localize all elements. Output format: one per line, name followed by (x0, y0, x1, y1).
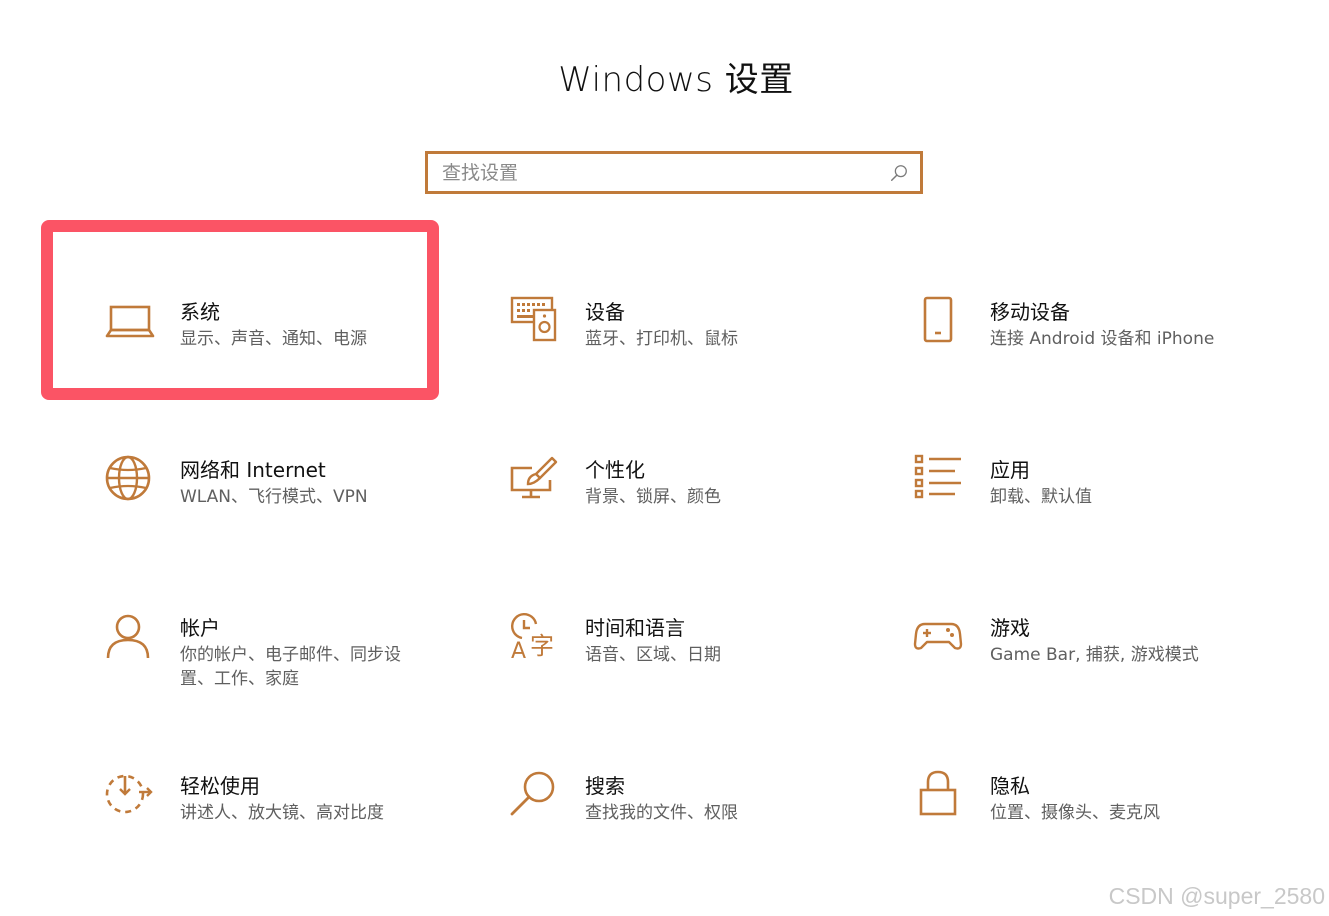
phone-icon (915, 296, 965, 348)
keyboard-speaker-icon (510, 296, 560, 348)
tile-name: 网络和 Internet (180, 458, 326, 482)
tile-name: 时间和语言 (585, 616, 685, 640)
person-icon (105, 614, 155, 664)
tile-desc: WLAN、飞行模式、VPN (180, 487, 368, 507)
search-box[interactable] (425, 151, 923, 194)
tile-apps[interactable]: 应用 卸载、默认值 (914, 454, 1275, 576)
magnifier-icon (510, 771, 560, 822)
tile-name: 搜索 (585, 774, 625, 798)
tile-name: 隐私 (990, 774, 1030, 798)
tile-desc: 你的帐户、电子邮件、同步设置、工作、家庭 (180, 645, 401, 689)
tile-desc: 位置、摄像头、麦克风 (990, 803, 1160, 823)
tile-devices[interactable]: 设备 蓝牙、打印机、鼠标 (510, 296, 870, 418)
tile-search[interactable]: 搜索 查找我的文件、权限 (510, 771, 870, 892)
tile-name: 移动设备 (990, 300, 1070, 324)
tile-name: 帐户 (180, 616, 220, 640)
tile-personalization[interactable]: 个性化 背景、锁屏、颜色 (510, 456, 870, 576)
tile-desc: 连接 Android 设备和 iPhone (990, 329, 1215, 349)
tile-time-language[interactable]: A 字 时间和语言 语音、区域、日期 (510, 613, 870, 734)
tile-desc: 背景、锁屏、颜色 (585, 487, 721, 507)
tile-name: 应用 (990, 458, 1030, 482)
gamepad-icon (913, 614, 965, 664)
tile-desc: 语音、区域、日期 (585, 645, 721, 665)
svg-text:字: 字 (530, 632, 554, 660)
paint-brush-icon (510, 456, 560, 506)
lock-icon (915, 770, 965, 822)
tile-desc: 卸载、默认值 (990, 487, 1092, 507)
tile-name: 游戏 (990, 616, 1030, 640)
laptop-icon (105, 298, 155, 348)
watermark: CSDN @super_2580 (1108, 883, 1325, 909)
search-icon[interactable] (888, 162, 910, 184)
tile-mobile[interactable]: 移动设备 连接 Android 设备和 iPhone (915, 296, 1275, 418)
app-list-icon (914, 454, 965, 506)
tile-network[interactable]: 网络和 Internet WLAN、飞行模式、VPN (105, 455, 465, 576)
tile-name: 个性化 (585, 458, 645, 482)
svg-text:A: A (511, 639, 526, 664)
tile-name: 系统 (180, 300, 220, 324)
tile-desc: 显示、声音、通知、电源 (180, 329, 367, 349)
clock-language-icon: A 字 (510, 613, 560, 664)
tile-gaming[interactable]: 游戏 Game Bar, 捕获, 游戏模式 (913, 614, 1275, 734)
tile-privacy[interactable]: 隐私 位置、摄像头、麦克风 (915, 770, 1275, 892)
tile-desc: 讲述人、放大镜、高对比度 (180, 803, 384, 823)
tile-name: 轻松使用 (180, 774, 260, 798)
tile-desc: 查找我的文件、权限 (585, 803, 738, 823)
ease-of-access-icon (105, 772, 155, 822)
tile-ease-of-access[interactable]: 轻松使用 讲述人、放大镜、高对比度 (105, 772, 465, 892)
tile-system[interactable]: 系统 显示、声音、通知、电源 (105, 298, 465, 418)
tile-accounts[interactable]: 帐户 你的帐户、电子邮件、同步设置、工作、家庭 (105, 614, 465, 734)
tile-desc: Game Bar, 捕获, 游戏模式 (990, 645, 1199, 665)
globe-icon (105, 455, 155, 506)
settings-page: Windows 设置 系统 显示、声音、通知、电源 (0, 0, 1329, 916)
page-title: Windows 设置 (558, 60, 794, 100)
search-input[interactable] (428, 154, 888, 191)
tile-name: 设备 (585, 300, 625, 324)
tile-desc: 蓝牙、打印机、鼠标 (585, 329, 738, 349)
